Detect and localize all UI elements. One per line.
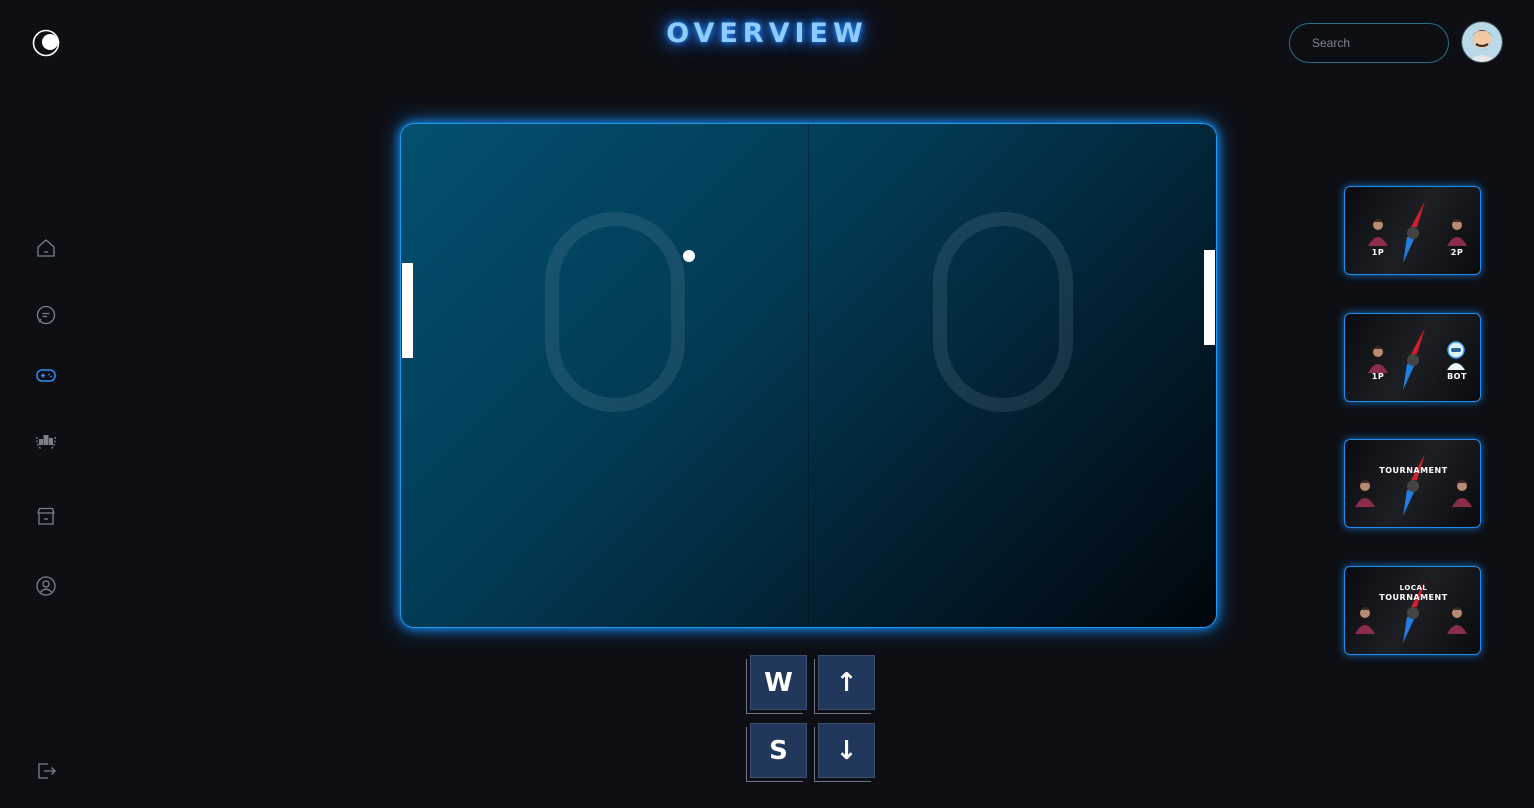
bot-icon [1447,341,1465,370]
player-icon [1355,480,1375,507]
left-paddle [402,263,413,358]
mode-left-label: 1P [1371,248,1385,257]
mode-right-label: 2P [1450,248,1464,257]
mode-card-1p-vs-bot[interactable]: 1P BOT [1344,313,1481,402]
mode-title-line1: LOCAL [1399,584,1428,592]
score-right: 0 [933,212,1073,412]
player-icon [1355,607,1375,634]
store-icon[interactable] [34,504,58,528]
mode-title: TOURNAMENT [1379,466,1448,475]
mode-left-label: 1P [1371,372,1385,381]
game-court[interactable]: 0 0 [400,123,1217,628]
user-avatar[interactable] [1461,21,1503,63]
leaderboard-icon[interactable] [34,428,58,452]
chat-icon[interactable] [34,303,58,327]
mode-card-1p-vs-2p[interactable]: 1P 2P [1344,186,1481,275]
gamepad-icon[interactable] [34,363,58,387]
key-up: ↑ [818,655,875,710]
right-paddle [1204,250,1215,345]
mode-right-label: BOT [1447,372,1467,381]
key-w: W [750,655,807,710]
mode-card-local-tournament[interactable]: LOCAL TOURNAMENT [1344,566,1481,655]
player-icon [1447,219,1467,246]
score-left: 0 [545,212,685,412]
player-icon [1368,219,1388,246]
mode-title-line2: TOURNAMENT [1379,593,1448,602]
key-s: S [750,723,807,778]
ball [683,250,695,262]
search-input[interactable] [1289,23,1449,63]
player-icon [1368,346,1388,373]
logout-icon[interactable] [34,759,58,783]
mode-card-tournament[interactable]: TOURNAMENT [1344,439,1481,528]
player-icon [1447,607,1467,634]
court-center-line [808,124,809,627]
profile-icon[interactable] [34,574,58,598]
player-icon [1452,480,1472,507]
key-down: ↓ [818,723,875,778]
home-icon[interactable] [34,236,58,260]
